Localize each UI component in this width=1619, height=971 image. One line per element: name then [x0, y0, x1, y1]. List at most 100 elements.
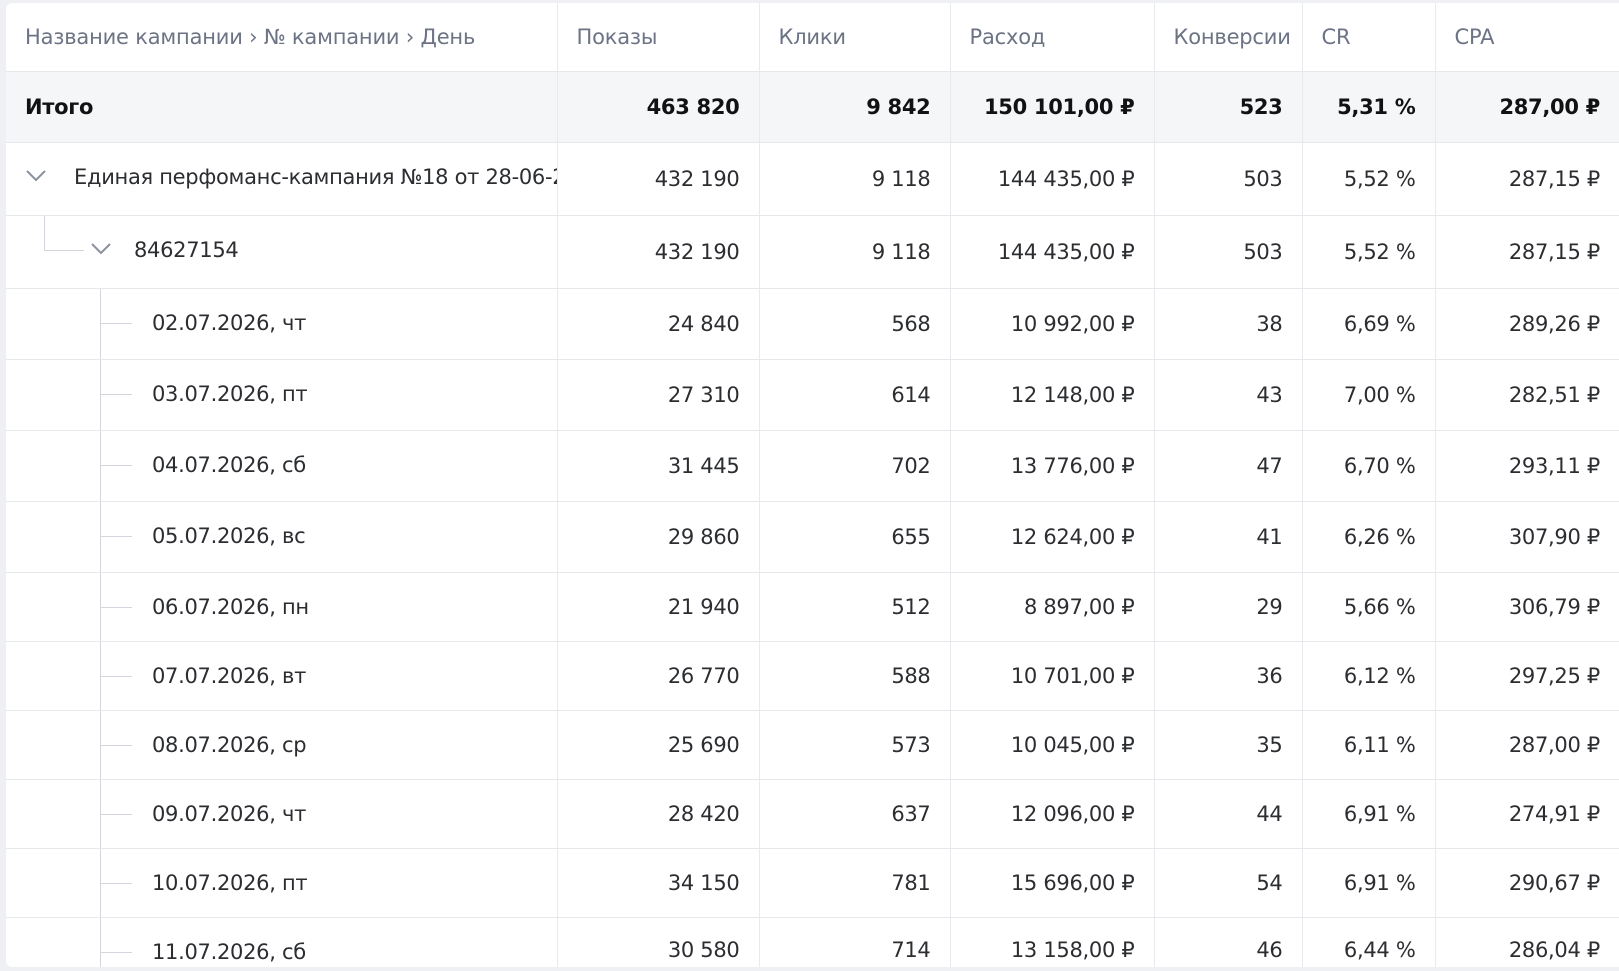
- tree-connector: [100, 883, 132, 884]
- day-impressions: 34 150: [557, 848, 760, 918]
- day-clicks: 781: [759, 848, 951, 918]
- day-conversions: 41: [1154, 501, 1303, 573]
- column-header-cpa[interactable]: CPA: [1435, 3, 1619, 72]
- day-label: 05.07.2026, вс: [152, 524, 306, 548]
- day-cpa: 286,04 ₽: [1435, 917, 1619, 967]
- day-row[interactable]: 11.07.2026, сб 30 580 714 13 158,00 ₽ 46…: [6, 917, 1619, 967]
- campaign-cpa: 287,15 ₽: [1435, 142, 1619, 216]
- day-row[interactable]: 02.07.2026, чт 24 840 568 10 992,00 ₽ 38…: [6, 288, 1619, 360]
- total-spend: 150 101,00 ₽: [950, 71, 1155, 143]
- tree-connector: [100, 918, 101, 967]
- total-impressions: 463 820: [557, 71, 760, 143]
- day-cr: 6,91 %: [1302, 848, 1436, 918]
- day-cr: 6,69 %: [1302, 288, 1436, 360]
- day-row[interactable]: 10.07.2026, пт 34 150 781 15 696,00 ₽ 54…: [6, 848, 1619, 918]
- tree-connector: [44, 216, 45, 250]
- day-impressions: 25 690: [557, 710, 760, 780]
- day-cr: 6,44 %: [1302, 917, 1436, 967]
- total-cr: 5,31 %: [1302, 71, 1436, 143]
- campaign-name-cell: Единая перфоманс-кампания №18 от 28-06-2…: [6, 142, 558, 216]
- day-label: 11.07.2026, сб: [152, 940, 306, 964]
- day-cpa: 274,91 ₽: [1435, 779, 1619, 849]
- day-clicks: 588: [759, 641, 951, 711]
- day-conversions: 46: [1154, 917, 1303, 967]
- column-header-grouping[interactable]: Название кампании › № кампании › День: [6, 3, 558, 72]
- day-row[interactable]: 09.07.2026, чт 28 420 637 12 096,00 ₽ 44…: [6, 779, 1619, 849]
- day-cpa: 282,51 ₽: [1435, 359, 1619, 431]
- day-spend: 13 776,00 ₽: [950, 430, 1155, 502]
- tree-connector: [100, 360, 101, 430]
- tree-connector: [44, 250, 84, 251]
- day-spend: 13 158,00 ₽: [950, 917, 1155, 967]
- tree-connector: [100, 465, 132, 466]
- day-row[interactable]: 06.07.2026, пн 21 940 512 8 897,00 ₽ 29 …: [6, 572, 1619, 642]
- day-label: 09.07.2026, чт: [152, 802, 307, 826]
- day-impressions: 27 310: [557, 359, 760, 431]
- day-cpa: 290,67 ₽: [1435, 848, 1619, 918]
- campaign-cr: 5,52 %: [1302, 142, 1436, 216]
- campaign-id-conversions: 503: [1154, 215, 1303, 289]
- day-spend: 12 148,00 ₽: [950, 359, 1155, 431]
- column-header-spend[interactable]: Расход: [950, 3, 1155, 72]
- campaign-id-row[interactable]: 84627154 432 190 9 118 144 435,00 ₽ 503 …: [6, 215, 1619, 289]
- day-cr: 6,70 %: [1302, 430, 1436, 502]
- day-label: 04.07.2026, сб: [152, 453, 306, 477]
- day-cpa: 297,25 ₽: [1435, 641, 1619, 711]
- day-impressions: 30 580: [557, 917, 760, 967]
- day-row[interactable]: 03.07.2026, пт 27 310 614 12 148,00 ₽ 43…: [6, 359, 1619, 431]
- day-row[interactable]: 07.07.2026, вт 26 770 588 10 701,00 ₽ 36…: [6, 641, 1619, 711]
- tree-connector: [100, 607, 132, 608]
- day-impressions: 29 860: [557, 501, 760, 573]
- day-spend: 10 701,00 ₽: [950, 641, 1155, 711]
- day-cr: 6,12 %: [1302, 641, 1436, 711]
- day-impressions: 26 770: [557, 641, 760, 711]
- day-impressions: 21 940: [557, 572, 760, 642]
- tree-connector: [100, 745, 132, 746]
- tree-connector: [100, 502, 101, 572]
- day-row[interactable]: 04.07.2026, сб 31 445 702 13 776,00 ₽ 47…: [6, 430, 1619, 502]
- day-cpa: 306,79 ₽: [1435, 572, 1619, 642]
- campaign-id: 84627154: [134, 238, 239, 262]
- day-clicks: 573: [759, 710, 951, 780]
- campaign-name: Единая перфоманс-кампания №18 от 28-06-2…: [74, 165, 557, 189]
- day-conversions: 35: [1154, 710, 1303, 780]
- day-clicks: 512: [759, 572, 951, 642]
- day-label: 08.07.2026, ср: [152, 733, 307, 757]
- day-clicks: 637: [759, 779, 951, 849]
- tree-connector: [100, 394, 132, 395]
- column-header-cr[interactable]: CR: [1302, 3, 1436, 72]
- column-header-clicks[interactable]: Клики: [759, 3, 951, 72]
- chevron-down-icon[interactable]: [25, 169, 47, 183]
- column-header-conversions[interactable]: Конверсии: [1154, 3, 1303, 72]
- day-row[interactable]: 08.07.2026, ср 25 690 573 10 045,00 ₽ 35…: [6, 710, 1619, 780]
- day-row[interactable]: 05.07.2026, вс 29 860 655 12 624,00 ₽ 41…: [6, 501, 1619, 573]
- column-header-impressions[interactable]: Показы: [557, 3, 760, 72]
- day-conversions: 43: [1154, 359, 1303, 431]
- stats-table: Название кампании › № кампании › День По…: [6, 3, 1619, 967]
- tree-connector: [100, 289, 101, 359]
- total-row: Итого 463 820 9 842 150 101,00 ₽ 523 5,3…: [6, 71, 1619, 143]
- day-cpa: 293,11 ₽: [1435, 430, 1619, 502]
- day-spend: 8 897,00 ₽: [950, 572, 1155, 642]
- total-cpa: 287,00 ₽: [1435, 71, 1619, 143]
- campaign-id-spend: 144 435,00 ₽: [950, 215, 1155, 289]
- total-conversions: 523: [1154, 71, 1303, 143]
- day-cpa: 287,00 ₽: [1435, 710, 1619, 780]
- campaign-clicks: 9 118: [759, 142, 951, 216]
- day-conversions: 44: [1154, 779, 1303, 849]
- tree-connector: [100, 536, 132, 537]
- day-clicks: 702: [759, 430, 951, 502]
- day-conversions: 38: [1154, 288, 1303, 360]
- day-spend: 12 096,00 ₽: [950, 779, 1155, 849]
- chevron-down-icon[interactable]: [90, 242, 112, 256]
- header-row: Название кампании › № кампании › День По…: [6, 3, 1619, 72]
- day-clicks: 714: [759, 917, 951, 967]
- stats-table-panel: Название кампании › № кампании › День По…: [6, 3, 1619, 967]
- day-cr: 6,11 %: [1302, 710, 1436, 780]
- tree-connector: [100, 676, 132, 677]
- campaign-spend: 144 435,00 ₽: [950, 142, 1155, 216]
- day-spend: 15 696,00 ₽: [950, 848, 1155, 918]
- campaign-row[interactable]: Единая перфоманс-кампания №18 от 28-06-2…: [6, 142, 1619, 216]
- day-cr: 6,26 %: [1302, 501, 1436, 573]
- day-clicks: 655: [759, 501, 951, 573]
